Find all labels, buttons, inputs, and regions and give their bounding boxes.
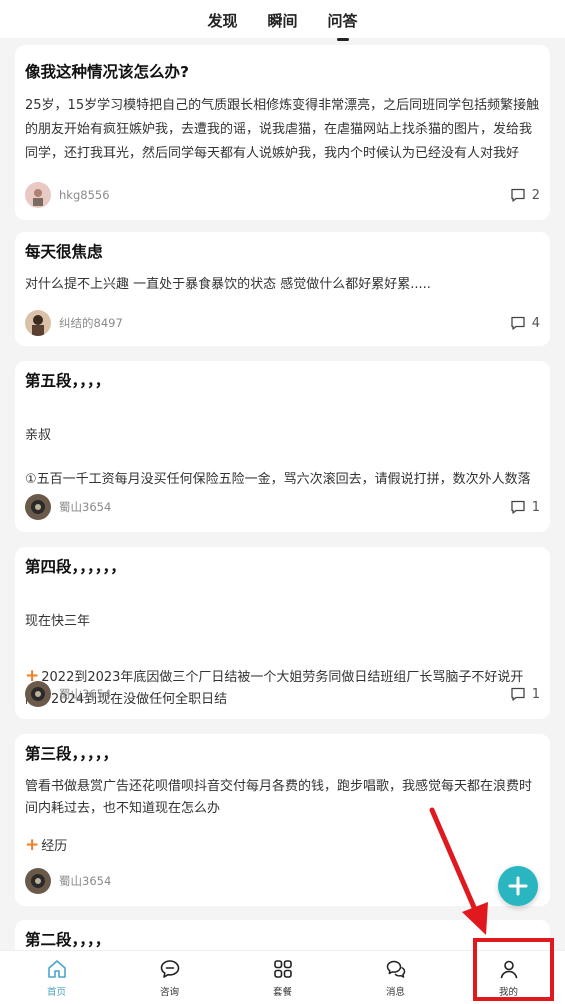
post-card[interactable]: 第二段，，，， <box>15 920 550 950</box>
plus-icon <box>508 876 528 896</box>
nav-packages[interactable]: 套餐 <box>226 951 339 1004</box>
comment-count-value: 2 <box>531 187 540 203</box>
username[interactable]: hkg8556 <box>59 188 510 202</box>
top-tab-bar: 发现 瞬间 问答 <box>0 0 565 41</box>
comment-icon <box>511 687 525 701</box>
post-card[interactable]: 第四段，，，，，， 现在快三年 +2022到2023年底因做三个厂日结被一个大姐… <box>15 547 550 719</box>
post-title: 第四段，，，，，， <box>25 558 126 576</box>
comment-count[interactable]: 2 <box>510 187 540 203</box>
avatar[interactable] <box>25 494 51 520</box>
avatar[interactable] <box>25 182 51 208</box>
post-footer: hkg8556 2 <box>25 182 540 208</box>
nav-profile[interactable]: 我的 <box>452 951 565 1004</box>
comment-count[interactable]: 4 <box>510 315 540 331</box>
nav-home[interactable]: 首页 <box>0 951 113 1004</box>
post-footer: 蜀山3654 1 <box>25 681 540 707</box>
avatar[interactable] <box>25 681 51 707</box>
avatar[interactable] <box>25 868 51 894</box>
username[interactable]: 蜀山3654 <box>59 499 510 515</box>
avatar[interactable] <box>25 310 51 336</box>
comment-count[interactable]: 1 <box>510 686 540 702</box>
post-body: 管看书做悬赏广告还花呗借呗抖音交付每月各费的钱，跑步唱歌，我感觉每天都在浪费时间… <box>25 779 533 816</box>
nav-label: 我的 <box>498 986 518 998</box>
comment-count[interactable]: 1 <box>510 499 540 515</box>
post-extra: + 经历 <box>25 835 68 855</box>
grid-icon <box>273 959 292 978</box>
post-card[interactable]: 像我这种情况该怎么办? 25岁，15岁学习模特把自己的气质跟长相修炼变得非常漂亮… <box>15 45 550 220</box>
tab-qa[interactable]: 问答 <box>328 8 358 41</box>
plus-icon: + <box>25 835 40 855</box>
post-line: 现在快三年 <box>25 614 91 629</box>
comment-icon <box>511 500 525 514</box>
post-line: ①五百一千工资每月没买任何保险五险一金，骂六次滚回去，请假说打拼，数次外人数落 <box>25 472 531 487</box>
comment-count-value: 1 <box>531 686 540 702</box>
username[interactable]: 蜀山3654 <box>59 686 510 702</box>
add-post-button[interactable] <box>498 866 538 906</box>
post-title: 第五段，，，， <box>25 372 111 390</box>
comment-icon <box>511 316 525 330</box>
nav-consult[interactable]: 咨询 <box>113 951 226 1004</box>
comment-count-value: 4 <box>531 315 540 331</box>
post-title: 第三段，，，，， <box>25 745 119 763</box>
username[interactable]: 纠结的8497 <box>59 315 510 331</box>
nav-messages[interactable]: 消息 <box>339 951 452 1004</box>
post-footer: 纠结的8497 4 <box>25 310 540 336</box>
nav-label: 咨询 <box>159 986 179 998</box>
post-footer: 蜀山3654 <box>25 868 540 894</box>
messages-icon <box>386 960 405 978</box>
post-line: 亲叔 <box>25 428 52 443</box>
post-title: 像我这种情况该怎么办? <box>25 63 189 81</box>
post-title: 每天很焦虑 <box>25 243 103 261</box>
post-title: 第二段，，，， <box>25 931 111 949</box>
comment-icon <box>511 188 525 202</box>
home-icon <box>47 959 66 978</box>
chat-bubble-icon <box>160 959 179 978</box>
tab-discover[interactable]: 发现 <box>207 8 237 31</box>
nav-label: 消息 <box>385 986 405 998</box>
nav-label: 套餐 <box>272 986 292 998</box>
post-card[interactable]: 第五段，，，， 亲叔 ①五百一千工资每月没买任何保险五险一金，骂六次滚回去，请假… <box>15 361 550 532</box>
nav-label: 首页 <box>46 986 66 998</box>
bottom-nav: 首页 咨询 套餐 消息 我的 <box>0 950 565 1004</box>
post-body: 对什么提不上兴趣 一直处于暴食暴饮的状态 感觉做什么都好累好累..... <box>25 277 431 292</box>
post-feed: 像我这种情况该怎么办? 25岁，15岁学习模特把自己的气质跟长相修炼变得非常漂亮… <box>0 38 565 950</box>
post-card[interactable]: 第三段，，，，， 管看书做悬赏广告还花呗借呗抖音交付每月各费的钱，跑步唱歌，我感… <box>15 734 550 906</box>
post-card[interactable]: 每天很焦虑 对什么提不上兴趣 一直处于暴食暴饮的状态 感觉做什么都好累好累...… <box>15 232 550 346</box>
username[interactable]: 蜀山3654 <box>59 873 540 889</box>
comment-count-value: 1 <box>531 499 540 515</box>
post-body: 25岁，15岁学习模特把自己的气质跟长相修炼变得非常漂亮，之后同班同学包括频繁接… <box>25 98 540 161</box>
profile-icon <box>500 960 517 978</box>
tab-moments[interactable]: 瞬间 <box>267 8 297 31</box>
post-footer: 蜀山3654 1 <box>25 494 540 520</box>
